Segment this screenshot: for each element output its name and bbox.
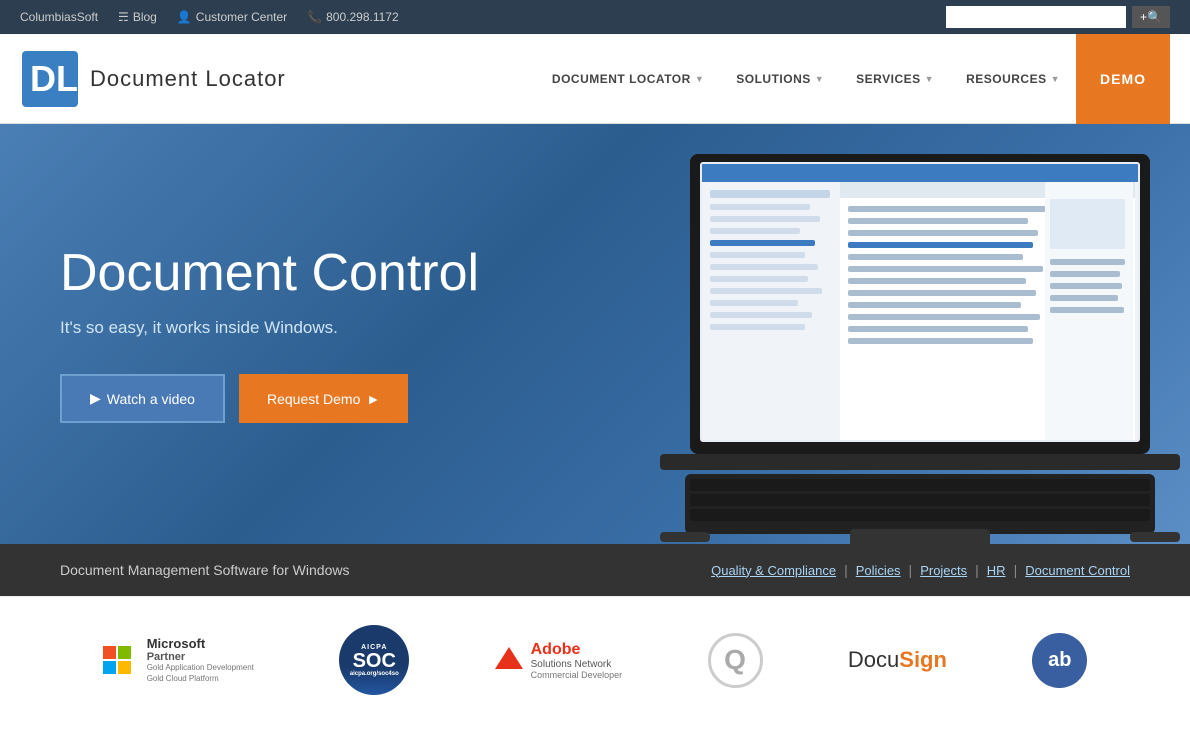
projects-link[interactable]: Projects [920,563,967,578]
sign-text: Sign [899,647,947,673]
ms-green-square [118,646,131,659]
request-demo-button[interactable]: Request Demo ► [239,374,408,423]
aicpa-soc-label: SOC [353,651,396,671]
nav-resources[interactable]: RESOURCES ▼ [950,34,1076,124]
hero-section: Document Control It's so easy, it works … [0,124,1190,544]
hr-link[interactable]: HR [987,563,1006,578]
logo-svg: DL [20,49,80,109]
hero-content: Document Control It's so easy, it works … [60,245,479,423]
svg-text:DL: DL [30,58,78,99]
nav-services-label: SERVICES [856,72,920,86]
adobe-label: Adobe [531,641,623,659]
adobe-text-block: Adobe Solutions Network Commercial Devel… [531,641,623,680]
ms-blue-square [103,661,116,674]
search-icon: +🔍 [1140,10,1162,24]
phone-number: 800.298.1172 [326,10,399,24]
top-bar-right: +🔍 [946,6,1170,28]
laptop-svg [630,134,1190,544]
docusign-logo: DocuSign [848,647,947,673]
nav-resources-label: RESOURCES [966,72,1047,86]
watch-video-label: Watch a video [107,391,195,407]
hero-laptop-image [630,134,1190,544]
separator-2: | [909,562,913,578]
separator-4: | [1014,562,1018,578]
hero-buttons: ▶ Watch a video Request Demo ► [60,374,479,423]
microsoft-label: Microsoft [147,636,254,651]
bottom-bar: Document Management Software for Windows… [0,544,1190,596]
nav-bar: DL Document Locator DOCUMENT LOCATOR ▼ S… [0,34,1190,124]
document-control-link[interactable]: Document Control [1025,563,1130,578]
nav-solutions[interactable]: SOLUTIONS ▼ [720,34,840,124]
nav-demo[interactable]: DEMO [1076,34,1170,124]
ms-red-square [103,646,116,659]
hero-subtitle: It's so easy, it works inside Windows. [60,318,479,338]
bottom-bar-links: Quality & Compliance | Policies | Projec… [711,562,1130,578]
partner-label: Partner [147,651,254,663]
adobe-triangle-icon [495,647,523,669]
logo-link[interactable]: DL Document Locator [20,49,286,109]
aicpa-badge: AICPA SOC aicpa.org/soc4so [339,625,409,695]
ab-text: ab [1048,649,1071,672]
logo-text: Document Locator [90,66,286,92]
partners-bar: Microsoft Partner Gold Application Devel… [0,596,1190,723]
search-input[interactable] [946,6,1126,28]
arrow-icon: ► [366,391,380,407]
chevron-down-icon: ▼ [815,74,824,84]
play-icon: ▶ [90,390,101,407]
hero-title: Document Control [60,245,479,302]
phone-link[interactable]: 📞 800.298.1172 [307,10,398,24]
docu-text: Docu [848,647,899,673]
ms-yellow-square [118,661,131,674]
ab-circle-logo: ab [1032,633,1087,688]
top-bar-left: ColumbiasSoft ☴ Blog 👤 Customer Center 📞… [20,10,399,24]
columbiasoft-label: ColumbiasSoft [20,10,98,24]
bottom-bar-tagline: Document Management Software for Windows [60,562,349,578]
microsoft-logo-grid [103,646,131,674]
customer-center-label: Customer Center [196,10,287,24]
microsoft-text: Microsoft Partner Gold Application Devel… [147,636,254,684]
phone-icon: 📞 [307,10,322,24]
nav-document-locator-label: DOCUMENT LOCATOR [552,72,691,86]
adobe-commercial-label: Commercial Developer [531,670,623,680]
chevron-down-icon: ▼ [925,74,934,84]
adobe-solutions-label: Solutions Network [531,659,623,670]
nav-demo-label: DEMO [1100,71,1146,87]
watch-video-button[interactable]: ▶ Watch a video [60,374,225,423]
rss-icon: ☴ [118,10,129,24]
microsoft-partner: Microsoft Partner Gold Application Devel… [103,636,254,684]
blog-label: Blog [133,10,157,24]
user-icon: 👤 [177,10,192,24]
separator-3: | [975,562,979,578]
columbiasoft-link[interactable]: ColumbiasSoft [20,10,98,24]
chevron-down-icon: ▼ [695,74,704,84]
adobe-partner: Adobe Solutions Network Commercial Devel… [495,641,623,680]
nav-document-locator[interactable]: DOCUMENT LOCATOR ▼ [536,34,720,124]
top-bar: ColumbiasSoft ☴ Blog 👤 Customer Center 📞… [0,0,1190,34]
search-button[interactable]: +🔍 [1132,6,1170,28]
q1-text: Q [724,644,746,676]
q1-logo: Q [708,633,763,688]
partner-subtitle: Gold Application DevelopmentGold Cloud P… [147,663,254,684]
request-demo-label: Request Demo [267,391,360,407]
nav-services[interactable]: SERVICES ▼ [840,34,950,124]
customer-center-link[interactable]: 👤 Customer Center [177,10,287,24]
chevron-down-icon: ▼ [1051,74,1060,84]
nav-solutions-label: SOLUTIONS [736,72,811,86]
separator-1: | [844,562,848,578]
nav-links: DOCUMENT LOCATOR ▼ SOLUTIONS ▼ SERVICES … [536,34,1170,124]
blog-link[interactable]: ☴ Blog [118,10,157,24]
policies-link[interactable]: Policies [856,563,901,578]
adobe-logo-row: Adobe Solutions Network Commercial Devel… [495,641,623,680]
aicpa-bottom-label: aicpa.org/soc4so [350,671,399,677]
quality-compliance-link[interactable]: Quality & Compliance [711,563,836,578]
